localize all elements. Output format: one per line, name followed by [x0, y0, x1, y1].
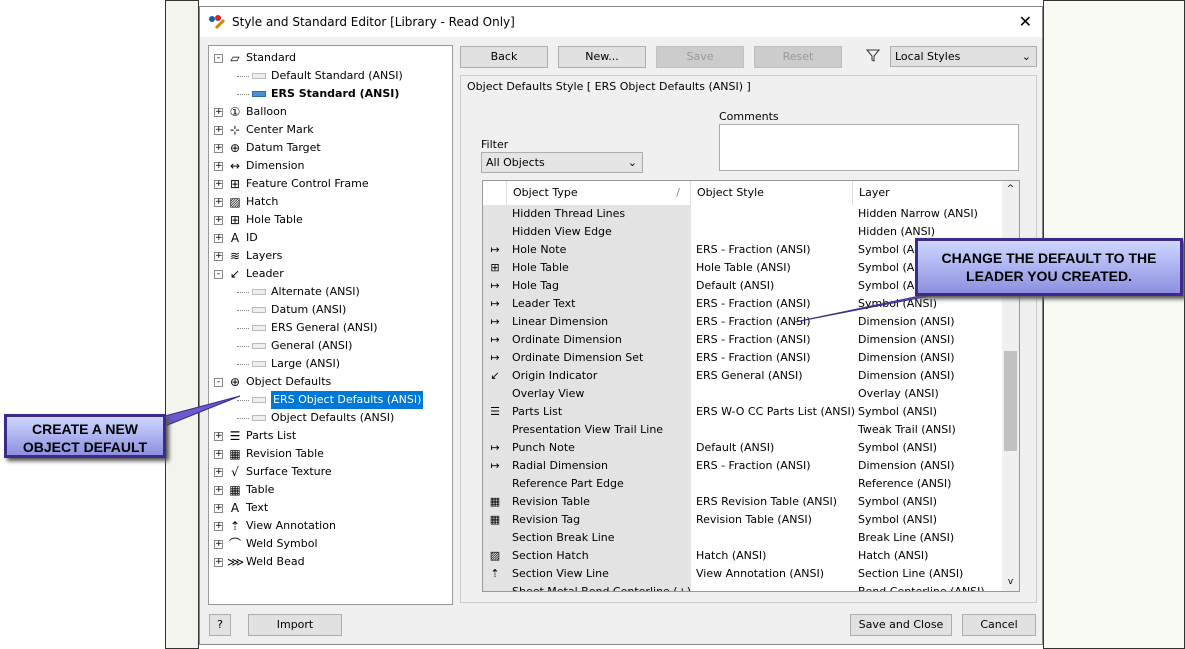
callout-create-object-default: CREATE A NEW OBJECT DEFAULT — [4, 414, 166, 458]
callout-pointers — [148, 287, 971, 429]
callout-change-default: CHANGE THE DEFAULT TO THE LEADER YOU CRE… — [915, 238, 1183, 296]
